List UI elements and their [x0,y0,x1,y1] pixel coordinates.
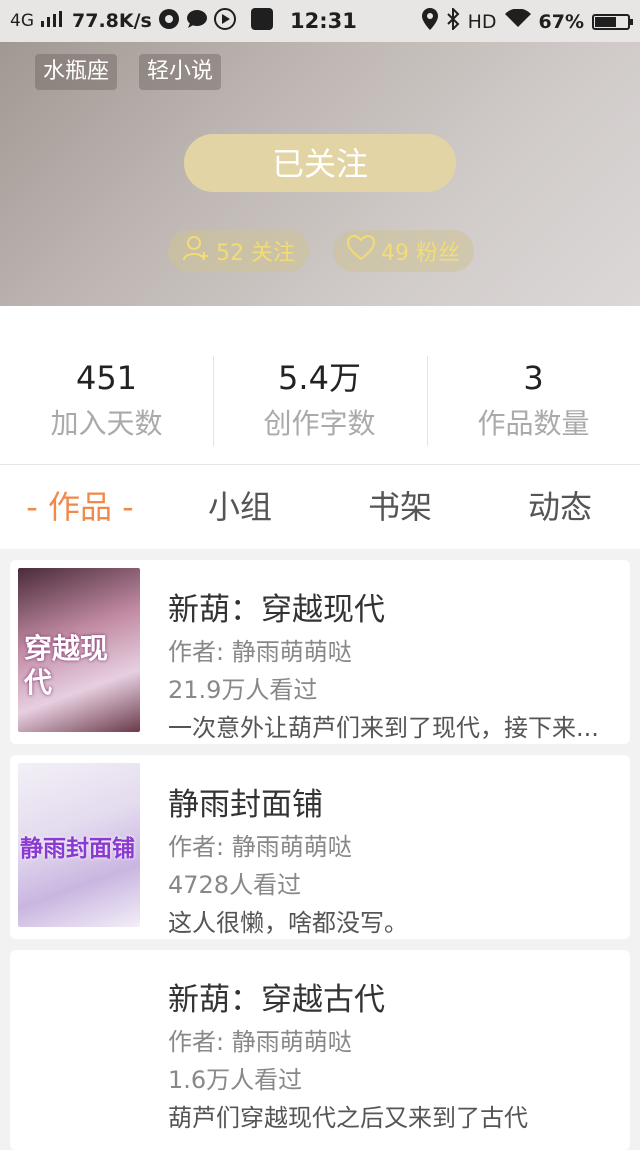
stat-works-value: 3 [523,359,544,397]
stat-works-label: 作品数量 [477,407,590,440]
following-label: 52 关注 [216,241,295,266]
chat-icon [186,9,208,34]
stat-words-label: 创作字数 [263,407,376,440]
work-title: 静雨封面铺 [168,787,323,823]
cover-text: 静雨封面铺 [20,836,135,862]
stat-words: 5.4万 创作字数 [213,356,426,442]
work-desc: 这人很懒，啥都没写。 [168,909,408,937]
work-author: 作者: 静雨萌萌哒 [168,833,352,861]
location-icon [421,8,438,35]
bluetooth-icon [446,6,460,35]
cover-text: 穿越现代 [24,632,109,699]
fans-label: 49 粉丝 [381,241,460,266]
work-card[interactable]: 静雨封面铺 静雨封面铺 作者: 静雨萌萌哒 4728人看过 这人很懒，啥都没写。 [10,755,630,939]
book-cover: 静雨封面铺 [18,763,140,927]
hd-label: HD [467,10,497,33]
tab-groups[interactable]: 小组 [160,465,320,549]
work-card[interactable]: 穿越现代 新葫：穿越现代 作者: 静雨萌萌哒 21.9万人看过 一次意外让葫芦们… [10,560,630,744]
status-bar: 4G 77.8K/s 12:31 HD 67% [0,0,640,42]
book-cover: 穿越现代 [18,568,140,732]
tag-zodiac[interactable]: 水瓶座 [35,54,118,90]
work-views: 1.6万人看过 [168,1066,303,1094]
work-author: 作者: 静雨萌萌哒 [168,638,352,666]
stat-days-value: 451 [75,359,138,397]
tab-works[interactable]: - 作品 - [0,465,160,549]
work-card[interactable]: 新葫：穿越古代 作者: 静雨萌萌哒 1.6万人看过 葫芦们穿越现代之后又来到了古… [10,950,630,1150]
following-count[interactable]: 52 关注 [168,230,309,272]
status-time: 12:31 [290,9,357,33]
heart-icon [346,234,376,267]
work-title: 新葫：穿越现代 [168,592,385,628]
net-speed: 77.8K/s [72,10,152,32]
work-desc: 葫芦们穿越现代之后又来到了古代 [168,1104,528,1132]
user-add-icon [182,234,210,268]
tab-activity[interactable]: 动态 [480,465,640,549]
wifi-icon [504,8,531,34]
stat-words-value: 5.4万 [278,359,361,397]
profile-header: 水瓶座 轻小说 已关注 52 关注 49 粉丝 [0,42,640,306]
work-views: 21.9万人看过 [168,676,318,704]
app-notification-icon [158,8,180,35]
tab-bar: - 作品 - 小组 书架 动态 [0,465,640,549]
fans-count[interactable]: 49 粉丝 [333,230,474,272]
work-author: 作者: 静雨萌萌哒 [168,1028,352,1056]
network-label: 4G [10,11,34,31]
app-square-icon [250,7,274,36]
battery-icon [592,13,633,30]
signal-icon [40,10,62,32]
work-views: 4728人看过 [168,871,302,899]
follow-button[interactable]: 已关注 [184,134,456,192]
work-desc: 一次意外让葫芦们来到了现代，接下来... [168,714,599,742]
stat-days-label: 加入天数 [50,407,163,440]
work-title: 新葫：穿越古代 [168,982,385,1018]
stat-works: 3 作品数量 [427,356,640,442]
battery-percent: 67% [538,10,584,33]
stats-panel: 451 加入天数 5.4万 创作字数 3 作品数量 [0,306,640,465]
stat-days: 451 加入天数 [0,356,213,442]
tab-bookshelf[interactable]: 书架 [320,465,480,549]
tag-genre[interactable]: 轻小说 [139,54,222,90]
play-icon [213,7,236,35]
